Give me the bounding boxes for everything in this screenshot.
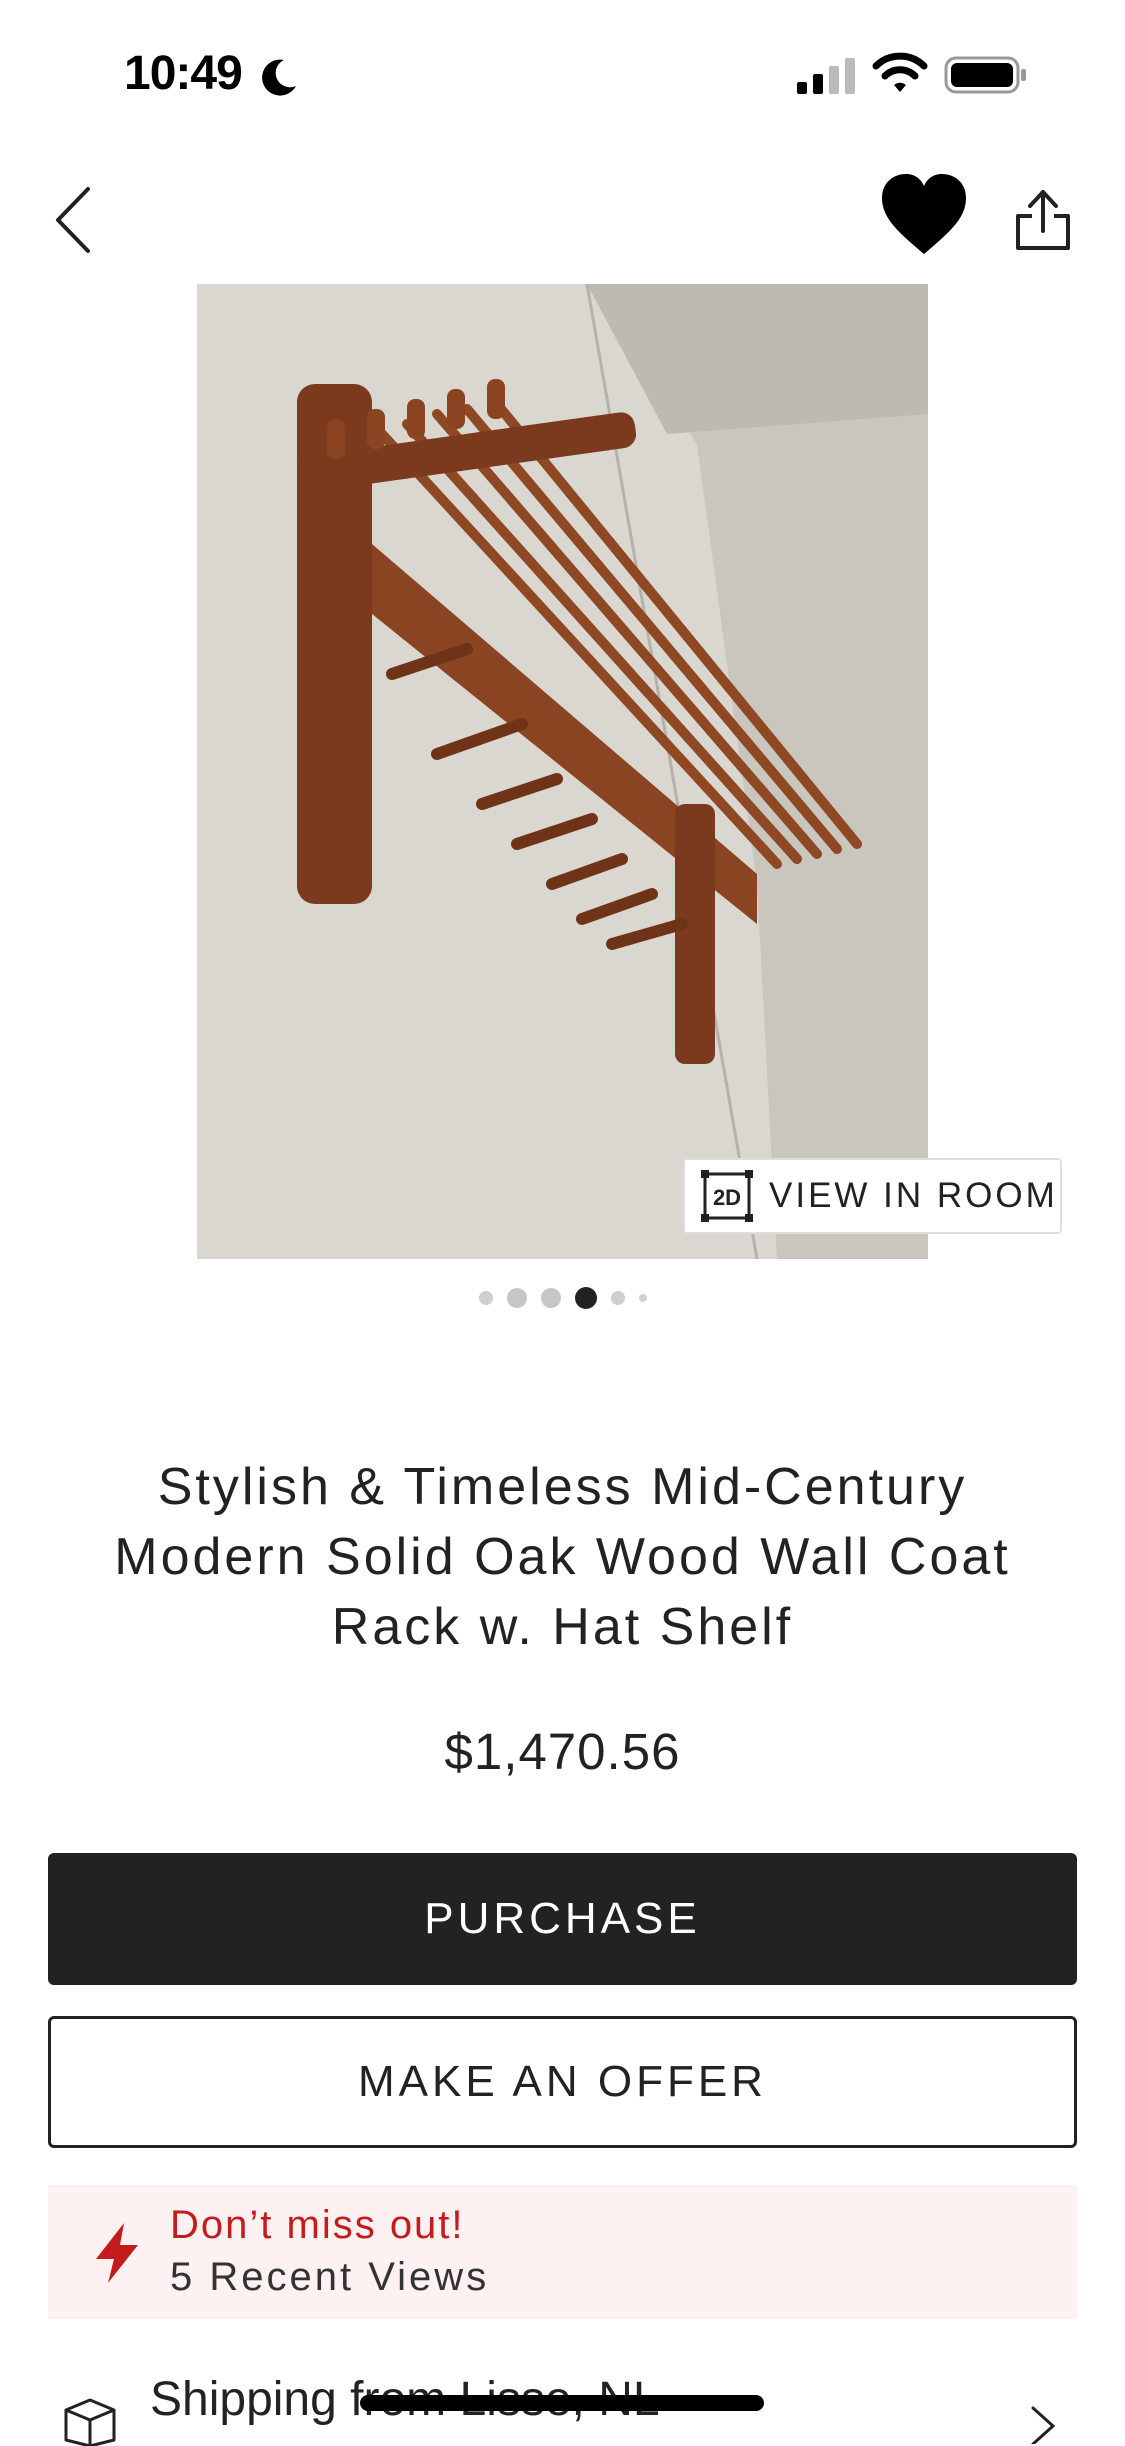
heart-icon[interactable] <box>878 172 970 262</box>
view-2d-icon: 2D <box>701 1170 753 1222</box>
coat-rack-photo <box>197 284 928 1259</box>
product-title: Stylish & Timeless Mid-Century Modern So… <box>114 1458 1011 1656</box>
chevron-right-icon <box>1031 2406 1056 2444</box>
battery-icon <box>944 56 1026 94</box>
carousel-dot[interactable] <box>506 1288 527 1308</box>
wifi-icon <box>872 52 928 92</box>
recent-views-count: 5 Recent Views <box>170 2255 490 2299</box>
moon-icon <box>262 59 296 96</box>
home-indicator[interactable] <box>360 2395 764 2411</box>
share-icon[interactable] <box>1008 176 1078 266</box>
carousel-dot[interactable] <box>638 1294 647 1302</box>
lightning-bolt-icon <box>96 2223 138 2283</box>
signal-icon <box>797 58 855 94</box>
carousel-dot[interactable] <box>610 1291 625 1305</box>
make-offer-button[interactable]: MAKE AN OFFER <box>48 2016 1077 2148</box>
urgency-banner: Don’t miss out! 5 Recent Views <box>48 2185 1077 2319</box>
carousel-dot[interactable] <box>540 1288 561 1308</box>
carousel-dot[interactable] <box>478 1291 493 1305</box>
carousel-dot-active[interactable] <box>574 1287 597 1309</box>
back-button[interactable] <box>40 175 110 265</box>
view-in-room-button[interactable]: 2D VIEW IN ROOM <box>683 1158 1062 1234</box>
purchase-button[interactable]: PURCHASE <box>48 1853 1077 1985</box>
box-icon <box>64 2398 116 2446</box>
view-2d-icon-text: 2D <box>713 1185 741 1210</box>
view-in-room-label: VIEW IN ROOM <box>769 1176 1058 1215</box>
product-price: $1,470.56 <box>444 1723 681 1780</box>
status-time: 10:49 <box>124 47 243 100</box>
product-image[interactable] <box>197 284 928 1259</box>
urgency-title: Don’t miss out! <box>170 2203 465 2247</box>
image-carousel-dots[interactable] <box>0 1286 1125 1310</box>
